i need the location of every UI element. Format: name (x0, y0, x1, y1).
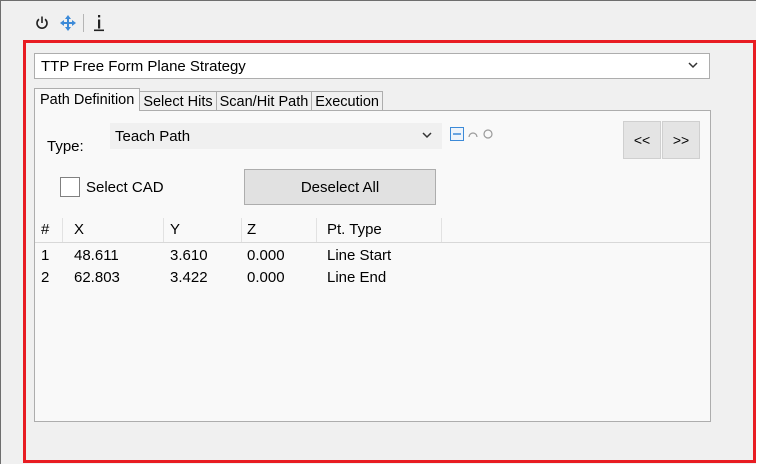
toolbar (29, 11, 112, 35)
column-header-z: Z (247, 221, 257, 238)
column-header-index: # (41, 221, 50, 238)
cell-pt-type: Line Start (327, 247, 392, 264)
info-icon (94, 15, 104, 32)
points-grid-header: # X Y Z Pt. Type (35, 215, 710, 243)
cell-index: 2 (41, 269, 50, 286)
previous-button-label: << (633, 132, 651, 148)
cell-x: 62.803 (74, 269, 120, 286)
tab-label: Path Definition (40, 92, 135, 108)
column-divider (316, 218, 317, 242)
tab-scan-hit-path[interactable]: Scan/Hit Path (215, 91, 313, 111)
circle-shape-icon[interactable] (482, 128, 494, 140)
strategy-panel: TTP Free Form Plane Strategy Path Defini… (23, 40, 756, 463)
cell-y: 3.610 (170, 247, 208, 264)
chevron-down-icon (422, 132, 432, 139)
select-cad-label: Select CAD (86, 178, 164, 196)
shape-type-icons (450, 127, 494, 141)
column-header-pt-type: Pt. Type (327, 221, 382, 238)
info-button[interactable] (86, 12, 112, 34)
table-row[interactable]: 2 62.803 3.422 0.000 Line End (35, 266, 710, 288)
column-divider (163, 218, 164, 242)
column-header-x: X (74, 221, 85, 238)
chevron-down-icon (688, 62, 698, 69)
move-icon (60, 15, 76, 31)
select-cad-checkbox[interactable] (60, 177, 80, 197)
move-button[interactable] (55, 12, 81, 34)
cell-z: 0.000 (247, 269, 285, 286)
deselect-all-label: Deselect All (300, 178, 380, 196)
cell-y: 3.422 (170, 269, 208, 286)
table-row[interactable]: 1 48.611 3.610 0.000 Line Start (35, 244, 710, 266)
next-button[interactable]: >> (662, 121, 700, 159)
strategy-dropdown[interactable]: TTP Free Form Plane Strategy (34, 53, 710, 79)
toolbar-separator (83, 14, 84, 32)
cell-index: 1 (41, 247, 50, 264)
window-frame: TTP Free Form Plane Strategy Path Defini… (0, 0, 756, 464)
path-definition-panel: Type: Teach Path << >> Select CAD Desele… (34, 110, 711, 422)
column-divider (241, 218, 242, 242)
power-icon (36, 16, 48, 29)
tab-strip: Path Definition Select Hits Scan/Hit Pat… (34, 88, 383, 111)
column-divider (441, 218, 442, 242)
column-header-y: Y (170, 221, 181, 238)
previous-button[interactable]: << (623, 121, 661, 159)
tab-label: Select Hits (143, 93, 213, 110)
tab-label: Execution (315, 93, 379, 110)
cell-x: 48.611 (74, 247, 119, 264)
select-cad-option[interactable]: Select CAD (60, 177, 164, 197)
tab-path-definition[interactable]: Path Definition (34, 88, 141, 111)
power-button[interactable] (29, 12, 55, 34)
type-selected-value: Teach Path (115, 127, 191, 145)
line-shape-icon[interactable] (450, 127, 464, 141)
cell-z: 0.000 (247, 247, 285, 264)
strategy-selected-value: TTP Free Form Plane Strategy (41, 57, 246, 75)
cell-pt-type: Line End (327, 269, 387, 286)
tab-select-hits[interactable]: Select Hits (139, 91, 217, 111)
type-dropdown[interactable]: Teach Path (110, 123, 442, 149)
type-label: Type: (47, 138, 84, 155)
arc-shape-icon[interactable] (467, 128, 479, 140)
tab-label: Scan/Hit Path (219, 93, 309, 110)
tab-execution[interactable]: Execution (311, 91, 383, 111)
next-button-label: >> (672, 132, 690, 148)
deselect-all-button[interactable]: Deselect All (244, 169, 436, 205)
column-divider (62, 218, 63, 242)
